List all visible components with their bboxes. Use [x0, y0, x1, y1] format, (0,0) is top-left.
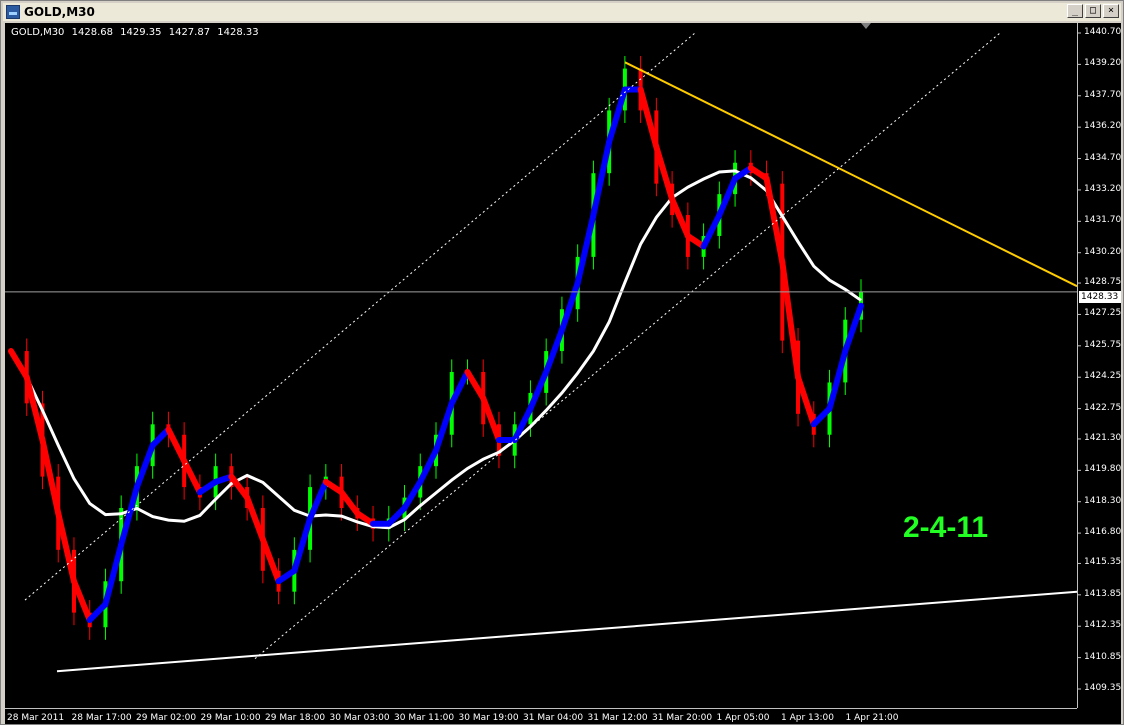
trend-indicator-segment	[8, 348, 30, 381]
trend-indicator-segment	[464, 368, 487, 402]
price-tick-label: 1410.85	[1084, 651, 1121, 662]
trend-indicator-segment	[480, 395, 502, 443]
price-tick-label: 1422.75	[1084, 402, 1121, 413]
ohlc-open: 1428.68	[71, 27, 113, 38]
price-tick-label: 1415.35	[1084, 557, 1121, 568]
time-tick-label: 1 Apr 21:00	[845, 713, 899, 723]
trend-indicator-segment	[558, 280, 581, 334]
trend-indicator-segment	[716, 175, 739, 219]
time-tick-label: 30 Mar 03:00	[329, 713, 390, 723]
trend-indicator-segment	[149, 426, 172, 449]
time-tick-label: 1 Apr 13:00	[781, 713, 834, 723]
trend-indicator-segment	[826, 348, 849, 412]
title-bar[interactable]: GOLD,M30 _ □ ×	[3, 3, 1121, 21]
price-tick-label: 1440.70	[1084, 27, 1121, 37]
chart-window-icon	[6, 5, 20, 19]
trend-indicator-segment	[133, 442, 156, 491]
trend-indicator-segment	[527, 368, 550, 412]
price-tick-label: 1424.25	[1084, 371, 1121, 382]
price-tick-label: 1409.35	[1084, 683, 1121, 693]
price-tick-label: 1434.70	[1084, 152, 1121, 163]
trend-indicator-segment	[307, 478, 329, 522]
trend-indicator-segment	[417, 447, 439, 485]
trend-indicator-segment	[55, 510, 77, 585]
close-button[interactable]: ×	[1103, 4, 1119, 18]
trend-indicator-segment	[574, 212, 597, 287]
price-tick-label: 1413.85	[1084, 588, 1121, 599]
ohlc-high: 1429.35	[120, 27, 162, 38]
ohlc-symbol: GOLD,M30	[11, 27, 65, 38]
chart-canvas[interactable]	[5, 23, 1121, 724]
trend-indicator-segment	[842, 302, 864, 355]
trend-indicator-segment	[590, 138, 613, 219]
price-tick-label: 1418.30	[1084, 495, 1121, 506]
chart-shift-marker[interactable]	[861, 23, 871, 29]
price-tick-label: 1428.75	[1084, 277, 1121, 288]
lower-trend-line	[56, 590, 1078, 673]
price-tick-label: 1419.80	[1084, 464, 1121, 475]
trend-indicator-segment	[606, 86, 628, 145]
trend-indicator-segment	[86, 601, 109, 623]
trend-indicator-segment	[448, 368, 471, 407]
price-axis[interactable]: 1440.70 1439.20 1437.70 1436.20 1434.70 1433.…	[1077, 23, 1121, 708]
ohlc-close: 1428.33	[217, 27, 259, 38]
price-tick-label: 1431.70	[1084, 215, 1121, 226]
trend-indicator-segment	[779, 259, 802, 381]
price-tick-label: 1425.75	[1084, 339, 1121, 350]
trend-indicator-segment	[401, 478, 424, 511]
trend-indicator-segment	[795, 374, 817, 428]
time-tick-label: 31 Mar 04:00	[523, 713, 584, 723]
price-tick-label: 1421.30	[1084, 432, 1121, 443]
trend-indicator-segment	[763, 175, 786, 266]
price-tick-label: 1427.25	[1084, 308, 1121, 319]
trend-indicator-segment	[433, 400, 455, 454]
trend-indicator-segment	[637, 86, 660, 151]
time-tick-label: 28 Mar 17:00	[71, 713, 132, 723]
time-tick-label: 31 Mar 12:00	[587, 713, 648, 723]
trend-indicator-segment	[653, 144, 676, 203]
price-tick-label: 1430.20	[1084, 246, 1121, 257]
time-axis[interactable]: 28 Mar 2011 28 Mar 17:00 29 Mar 02:00 29 Ma…	[5, 708, 1077, 724]
restore-button[interactable]: □	[1085, 4, 1101, 18]
chart-window: GOLD,M30 _ □ × GOLD,M30 1428.68 1429.35 …	[0, 0, 1124, 725]
upper-trend-line	[624, 61, 1078, 288]
trend-indicator-segment	[244, 494, 266, 543]
channel-lower-line	[254, 32, 1001, 660]
price-tick-label: 1416.80	[1084, 527, 1121, 538]
trend-indicator-segment	[543, 327, 565, 375]
price-tick-label: 1433.20	[1084, 183, 1121, 194]
date-annotation: 2-4-11	[903, 511, 989, 544]
trend-indicator-segment	[118, 484, 140, 548]
trend-indicator-segment	[259, 536, 282, 585]
time-tick-label: 1 Apr 05:00	[716, 713, 770, 723]
trend-indicator-segment	[39, 436, 62, 517]
trend-indicator-segment	[165, 426, 188, 464]
time-tick-label: 30 Mar 11:00	[394, 713, 455, 723]
price-tick-label: 1436.20	[1084, 121, 1121, 132]
time-tick-label: 30 Mar 19:00	[458, 713, 519, 723]
trend-indicator-segment	[810, 405, 833, 428]
price-tick-label: 1412.35	[1084, 620, 1121, 631]
trend-indicator-segment	[700, 212, 723, 250]
price-tick-label: 1439.20	[1084, 58, 1121, 69]
ohlc-readout: GOLD,M30 1428.68 1429.35 1427.87 1428.33	[11, 27, 263, 38]
trend-indicator-segment	[70, 578, 93, 623]
time-tick-label: 29 Mar 02:00	[136, 713, 197, 723]
ohlc-low: 1427.87	[168, 27, 211, 38]
time-tick-label: 28 Mar 2011	[7, 713, 65, 723]
current-price-tag: 1428.33	[1079, 291, 1121, 303]
time-tick-label: 31 Mar 20:00	[652, 713, 713, 723]
time-tick-label: 29 Mar 18:00	[265, 713, 326, 723]
trend-indicator-segment	[291, 515, 314, 574]
trend-indicator-segment	[669, 196, 691, 239]
price-chart[interactable]: GOLD,M30 1428.68 1429.35 1427.87 1428.33…	[5, 23, 1121, 724]
trend-indicator-segment	[181, 457, 203, 496]
price-tick-label: 1437.70	[1084, 89, 1121, 100]
minimize-button[interactable]: _	[1067, 4, 1083, 18]
time-tick-label: 29 Mar 10:00	[200, 713, 261, 723]
window-title: GOLD,M30	[24, 5, 95, 19]
trend-indicator-segment	[102, 541, 125, 608]
trend-indicator-segment	[338, 489, 361, 517]
